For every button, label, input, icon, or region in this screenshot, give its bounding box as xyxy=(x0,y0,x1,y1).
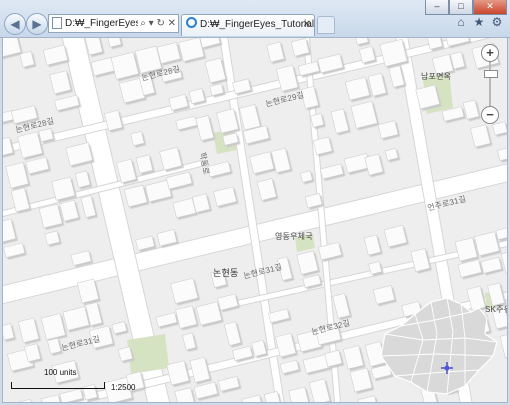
scale-bar: 100 units 1:2500 xyxy=(11,368,171,392)
zoom-control: + − xyxy=(481,44,499,124)
tools-icon[interactable]: ⚙ xyxy=(490,15,504,29)
zoom-in-button[interactable]: + xyxy=(481,44,499,62)
browser-right-icons: ⌂ ★ ⚙ xyxy=(454,15,504,29)
building xyxy=(51,176,76,201)
back-button[interactable]: ◀ xyxy=(4,13,26,35)
page-icon xyxy=(52,17,62,29)
building xyxy=(310,113,325,128)
scale-ratio: 1:2500 xyxy=(111,383,136,392)
ie-icon xyxy=(186,17,197,28)
zoom-slider-track[interactable] xyxy=(489,60,491,106)
new-tab-button[interactable] xyxy=(317,16,335,34)
back-arrow-icon: ◀ xyxy=(10,17,20,31)
building xyxy=(368,261,383,275)
tab-active[interactable]: D:₩_FingerEyes_Tutorials_... ✕ xyxy=(181,14,315,36)
home-icon[interactable]: ⌂ xyxy=(454,15,468,29)
scale-bar-line xyxy=(11,382,105,389)
address-bar[interactable]: D:₩_FingerEyes_Tu ⌕ ▾ ↻ ✕ xyxy=(48,14,179,33)
poi-post-office: 영동우체국 xyxy=(275,232,313,241)
favorites-icon[interactable]: ★ xyxy=(472,15,486,29)
forward-button[interactable]: ▶ xyxy=(26,13,48,35)
close-window-button[interactable]: ✕ xyxy=(473,0,507,15)
maximize-button[interactable]: □ xyxy=(449,0,473,15)
map-viewport[interactable]: 논현로28길 논현로29길 논현로28길 논현로31길 논현로32길 논현로31… xyxy=(2,37,508,403)
address-tools[interactable]: ⌕ ▾ ↻ ✕ xyxy=(138,15,176,32)
building xyxy=(415,84,441,110)
zoom-slider-handle[interactable] xyxy=(484,70,498,78)
browser-toolbar: – □ ✕ ◀ ▶ D:₩_FingerEyes_Tu ⌕ ▾ ↻ ✕ D:₩_… xyxy=(0,0,510,38)
poi-top-right: 남포면옥 xyxy=(421,72,452,81)
minimize-button[interactable]: – xyxy=(425,0,449,15)
scale-units: 100 units xyxy=(44,368,77,377)
poi-sk: SK주유 xyxy=(485,305,507,314)
building xyxy=(290,38,310,57)
tab-title: D:₩_FingerEyes_Tutorials_... xyxy=(200,19,315,30)
forward-arrow-icon: ▶ xyxy=(32,17,42,31)
tab-close-icon[interactable]: ✕ xyxy=(303,15,311,35)
zoom-out-button[interactable]: − xyxy=(481,106,499,124)
window-controls: – □ ✕ xyxy=(425,0,507,15)
building xyxy=(117,346,134,362)
district-label: 논현동 xyxy=(213,268,239,278)
building xyxy=(299,170,313,183)
